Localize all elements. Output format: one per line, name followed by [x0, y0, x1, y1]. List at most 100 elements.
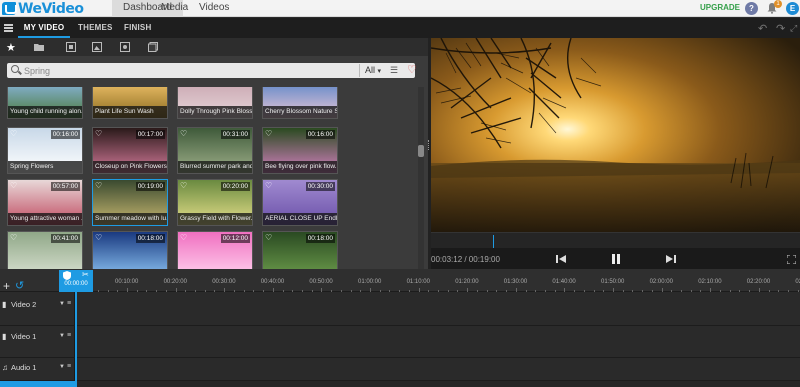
heart-icon[interactable]: ♡	[10, 233, 17, 243]
filter-label: All	[365, 65, 376, 75]
heart-icon[interactable]: ♡	[407, 63, 417, 78]
duration-badge: 00:18:00	[135, 234, 165, 243]
tab-my-video[interactable]: MY VIDEO	[18, 18, 70, 38]
media-thumbnail[interactable]: ♡ 00:18:00	[262, 231, 338, 269]
video-preview	[431, 38, 800, 232]
film-library-icon[interactable]	[66, 42, 76, 52]
grid-scrollbar-thumb[interactable]	[418, 145, 424, 157]
media-thumbnail[interactable]: ♡ 00:17:00 Closeup on Pink Flowers ...	[92, 127, 168, 174]
wevideo-logo[interactable]: WeVideo	[2, 1, 84, 17]
ruler-tick-label: 00:40:00	[260, 279, 285, 285]
tab-finish[interactable]: FINISH	[124, 18, 151, 38]
image-library-icon[interactable]	[92, 42, 102, 52]
search-input[interactable]	[24, 63, 344, 78]
folder-icon[interactable]	[34, 43, 44, 51]
music-icon: ♫	[2, 363, 8, 372]
heart-icon[interactable]: ♡	[10, 181, 17, 191]
redo-icon[interactable]: ↷	[776, 22, 785, 35]
media-thumbnail[interactable]: ♡ 00:30:00 AERIAL CLOSE UP Endle...	[262, 179, 338, 226]
undo-icon[interactable]: ↺	[15, 281, 24, 292]
help-icon[interactable]: ?	[745, 2, 758, 15]
pause-icon[interactable]	[610, 253, 622, 265]
media-thumbnail[interactable]: Dolly Through Pink Blosso...	[177, 87, 253, 119]
track-lane[interactable]	[77, 358, 800, 380]
media-thumbnail[interactable]: Cherry Blossom Nature S...	[262, 87, 338, 119]
track-options-icon[interactable]: ≡	[67, 300, 71, 307]
heart-icon[interactable]: ♡	[95, 129, 102, 139]
heart-icon[interactable]: ♡	[180, 181, 187, 191]
avatar[interactable]: E	[786, 2, 799, 15]
ruler-tick-label: 01:10:00	[406, 279, 430, 285]
heart-icon[interactable]: ♡	[265, 233, 272, 243]
duration-badge: 00:17:00	[135, 130, 165, 139]
heart-icon[interactable]: ♡	[180, 233, 187, 243]
track-lane[interactable]	[77, 292, 800, 325]
media-thumbnail[interactable]: ♡ 00:19:00 Summer meadow with lu...	[92, 179, 168, 226]
sliders-icon[interactable]: ☰	[390, 65, 398, 76]
media-grid: Young child running alon... Plant Life Su…	[7, 87, 419, 269]
thumbnail-caption: Young child running alon...	[8, 106, 82, 118]
upgrade-link[interactable]: UPGRADE	[700, 0, 740, 16]
fullscreen-icon[interactable]	[787, 255, 796, 264]
progress-track[interactable]	[431, 232, 800, 248]
timeline-scrollbar[interactable]	[0, 381, 75, 387]
heart-icon[interactable]: ♡	[95, 233, 102, 243]
media-toolbar: ★	[0, 38, 428, 56]
progress-marker[interactable]	[493, 235, 494, 248]
split-icon[interactable]: ✂	[82, 270, 89, 279]
audio-library-icon[interactable]	[120, 42, 130, 52]
media-thumbnail[interactable]: ♡ 00:12:00	[177, 231, 253, 269]
prev-icon[interactable]	[555, 253, 567, 265]
heart-icon[interactable]: ♡	[265, 181, 272, 191]
media-thumbnail[interactable]: ♡ 00:16:00 Bee flying over pink flow...	[262, 127, 338, 174]
add-track-icon[interactable]: +	[3, 280, 10, 292]
timeline: 00:10:00 00:20:00 00:30:00 00:40:00 00:50:00…	[0, 269, 800, 387]
track-audio-1: ♫ Audio 1 ▼ ≡	[0, 358, 800, 381]
media-thumbnail[interactable]: ♡ 00:16:00 Spring Flowers	[7, 127, 83, 174]
media-thumbnail[interactable]: ♡ 00:20:00 Grassy Field with Flower...	[177, 179, 253, 226]
playhead[interactable]: ✂ 00:00:00	[59, 270, 93, 292]
ruler-tick-label: 01:40:00	[552, 279, 576, 285]
chevron-down-icon[interactable]: ▼	[59, 364, 65, 370]
shield-icon[interactable]	[63, 271, 71, 280]
media-thumbnail[interactable]: ♡ 00:41:00	[7, 231, 83, 269]
track-options-icon[interactable]: ≡	[67, 332, 71, 339]
track-label: Audio 1	[11, 363, 37, 372]
filter-select[interactable]: All ▾	[359, 64, 381, 77]
expand-icon[interactable]: ⤢	[790, 23, 797, 34]
heart-icon[interactable]: ♡	[180, 129, 187, 139]
duration-badge: 00:20:00	[220, 182, 250, 191]
track-header: ▮ Video 2 ▼ ≡	[0, 292, 75, 325]
stock-library-icon[interactable]	[148, 42, 158, 52]
timeline-ruler[interactable]: 00:10:00 00:20:00 00:30:00 00:40:00 00:50:00…	[0, 269, 800, 292]
playhead-line[interactable]	[75, 292, 77, 387]
media-thumbnail[interactable]: ♡ 00:18:00	[92, 231, 168, 269]
grid-scrollbar[interactable]	[418, 87, 424, 269]
heart-icon[interactable]: ♡	[10, 129, 17, 139]
next-icon[interactable]	[665, 253, 677, 265]
track-lane[interactable]	[77, 326, 800, 357]
media-thumbnail[interactable]: ♡ 00:57:00 Young attractive woman ...	[7, 179, 83, 226]
tab-themes[interactable]: THEMES	[78, 18, 113, 38]
player-controls: 00:03:12 / 00:19:00	[431, 232, 800, 269]
chevron-down-icon[interactable]: ▼	[59, 301, 65, 307]
star-icon[interactable]: ★	[6, 41, 16, 54]
ruler-tick-label: 01:30:00	[503, 279, 528, 285]
thumbnail-caption: Young attractive woman ...	[8, 213, 82, 225]
ruler-tick-label: 02:20:00	[746, 279, 771, 285]
ruler-tick-label: 02:10:00	[698, 279, 722, 285]
thumbnail-caption: Grassy Field with Flower...	[178, 213, 252, 225]
nav-videos[interactable]: Videos	[188, 0, 240, 17]
thumbnail-caption: Bee flying over pink flow...	[263, 161, 337, 173]
heart-icon[interactable]: ♡	[95, 181, 102, 191]
menu-icon[interactable]	[4, 24, 13, 32]
media-thumbnail[interactable]: Young child running alon...	[7, 87, 83, 119]
media-thumbnail[interactable]: Plant Life Sun Wash	[92, 87, 168, 119]
track-options-icon[interactable]: ≡	[67, 363, 71, 370]
heart-icon[interactable]: ♡	[265, 129, 272, 139]
undo-icon[interactable]: ↶	[758, 22, 767, 35]
chevron-down-icon[interactable]: ▼	[59, 333, 65, 339]
film-icon: ▮	[2, 332, 7, 341]
ruler-tick-label: 00:10:00	[115, 279, 139, 285]
media-thumbnail[interactable]: ♡ 00:31:00 Blurred summer park and...	[177, 127, 253, 174]
